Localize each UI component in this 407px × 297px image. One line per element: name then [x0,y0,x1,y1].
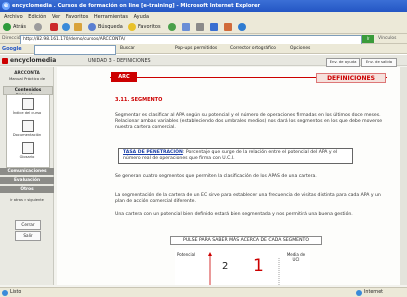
google-logo: Google [2,46,22,52]
search-icon [88,22,96,31]
section-heading: 3.11. SEGMENTO [115,97,163,103]
nav-otros[interactable]: Otros [0,186,54,193]
print-button[interactable] [196,22,206,33]
glossary-label[interactable]: Glosario [0,155,54,159]
menu-archivo[interactable]: Archivo [4,14,23,20]
back-arrow-icon [3,22,11,31]
window-title-bar: e encyclomedia . Cursos de formación on … [0,0,407,12]
definition-term-link[interactable]: TASA DE PENETRACIÓN [123,150,183,155]
nav-comunicaciones[interactable]: Comunicaciones [0,168,54,175]
left-sidebar: ARCCONTA Manual Práctico de Contenidos D… [0,67,54,285]
menu-edicion[interactable]: Edición [28,14,46,20]
home-icon [74,22,82,31]
favorites-button[interactable]: Favoritos [128,22,161,33]
segment-1[interactable]: 1 [253,256,264,276]
mail-button[interactable] [182,22,192,33]
options-button[interactable]: Opciones [290,46,310,51]
forward-arrow-icon [34,22,42,31]
search-button[interactable]: Búsqueda [88,22,123,33]
forward-button[interactable] [34,22,44,33]
popup-blocker-button[interactable]: Pop-ups permitidos [175,46,217,51]
page-title: DEFINICIONES [316,73,386,83]
page-icon [2,290,8,296]
home-button[interactable] [74,22,84,33]
help-button[interactable]: Env. de ayuda [326,58,360,67]
paragraph-segments: Se generan cuatro segmentos que permiten… [115,174,317,179]
messenger-button[interactable] [238,22,248,33]
google-search-input[interactable] [34,45,116,55]
edit-icon [210,22,218,31]
course-logo: ARC [111,72,137,82]
menu-herramientas[interactable]: Herramientas [94,14,128,20]
diagram-label-potencial: Potencial [177,252,196,257]
history-icon [168,22,176,31]
stop-button[interactable] [50,22,60,33]
status-bar: Listo Internet [0,287,407,297]
globe-icon [356,290,362,296]
refresh-button[interactable] [62,22,72,33]
status-text: Listo [10,290,22,295]
window-title: encyclomedia . Cursos de formación on li… [12,3,261,9]
close-button[interactable]: Cerrar [15,220,41,230]
unit-title: UNIDAD 3 - DEFINICIONES [88,59,151,64]
refresh-icon [62,22,70,31]
segment-2[interactable]: 2 [222,261,228,272]
navigation-status: ir atras » siguiente [10,198,44,202]
mail-icon [182,22,190,31]
star-icon [128,22,136,31]
edit-button[interactable] [210,22,220,33]
brand-icon [2,57,8,64]
nav-evaluacion[interactable]: Evaluación [0,177,54,184]
back-button[interactable]: Atrás [3,22,26,33]
logout-button[interactable]: Salir [15,231,41,241]
stop-icon [50,22,58,31]
menu-ayuda[interactable]: Ayuda [134,14,149,20]
zone-text: Internet [364,290,384,295]
paragraph-frequency: La segmentación de la cartera de un EC s… [115,193,381,204]
paragraph-intro: Segmentar es clasificar al APA según su … [115,113,383,130]
google-search-button[interactable]: Buscar [120,46,135,51]
index-icon[interactable] [22,98,34,110]
history-button[interactable] [168,22,178,33]
diagram-label-media: Media de UCI [286,252,306,262]
menu-bar: Archivo Edición Ver Favoritos Herramient… [0,12,407,21]
brand-logo: encyclomedia [2,57,56,64]
google-toolbar: Google Buscar Pop-ups permitidos Correct… [0,44,407,55]
definition-box: TASA DE PENETRACIÓN: Porcentaje que surg… [118,148,353,164]
go-button[interactable]: Ir [362,35,374,43]
document-icon[interactable] [22,120,34,132]
links-label[interactable]: Vínculos [378,36,396,41]
discuss-icon [224,22,232,31]
menu-ver[interactable]: Ver [52,14,60,20]
exit-button[interactable]: Env. de salida [361,58,397,67]
paragraph-management: Una cartera con un potencial bien defini… [115,212,353,217]
spellcheck-button[interactable]: Corrector ortográfico [230,46,276,51]
internet-explorer-icon: e [2,2,10,10]
address-bar: Dirección http://82.98.161.170/demo/curs… [0,34,407,45]
course-name: ARCCONTA [14,70,40,75]
messenger-icon [238,22,246,31]
discuss-button[interactable] [224,22,234,33]
document-label[interactable]: Documentación [0,133,54,137]
course-subtitle: Manual Práctico de [8,76,46,81]
segment-info-button[interactable]: PULSE PARA SABER MÁS ACERCA DE CADA SEGM… [170,236,322,245]
index-label[interactable]: Índice del curso [0,111,54,115]
print-icon [196,22,204,31]
segment-diagram[interactable]: Potencial Media de UCI 2 1 [175,248,310,285]
glossary-icon[interactable] [22,142,34,154]
browser-toolbar: Atrás Búsqueda Favoritos [0,21,407,34]
menu-favoritos[interactable]: Favoritos [66,14,89,20]
right-scrollbar[interactable] [400,67,407,285]
